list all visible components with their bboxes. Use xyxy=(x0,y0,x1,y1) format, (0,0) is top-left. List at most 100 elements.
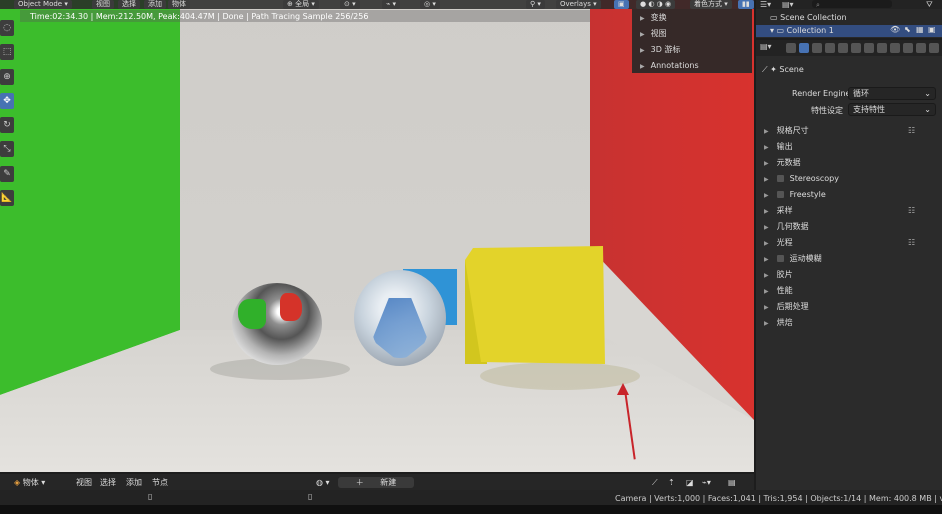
node-menu-node[interactable]: 节点 xyxy=(152,477,168,488)
3d-viewport[interactable]: Object Mode ▾ 视图 选择 添加 物体 ⊕ 全局 ▾ ⊙ ▾ ⌁ ▾… xyxy=(0,0,754,472)
move-tool-icon[interactable]: ✥ xyxy=(0,93,14,109)
select-arrow-icon[interactable]: ⬉ xyxy=(904,25,911,34)
stereoscopy-checkbox[interactable] xyxy=(776,175,784,182)
annotate-tool-icon[interactable]: ✎ xyxy=(0,166,14,182)
render-engine-select[interactable]: 循环 ⌄ xyxy=(848,87,936,100)
chevron-right-icon: ▶ xyxy=(764,256,769,263)
outliner-header: ☰▾ ▤▾ ⌕ ⛛ xyxy=(756,0,942,9)
motion-blur-checkbox[interactable] xyxy=(776,255,784,262)
chevron-right-icon: ▶ xyxy=(764,144,769,151)
proportional-button[interactable]: ◎ ▾ xyxy=(420,0,440,9)
display-mode-icon[interactable]: ▤▾ xyxy=(782,0,794,9)
npanel-item-3d-cursor[interactable]: ▶ 3D 游标 xyxy=(640,42,680,58)
node-menu-view[interactable]: 视图 xyxy=(76,477,92,488)
measure-tool-icon[interactable]: 📐 xyxy=(0,190,14,206)
snap-node-icon[interactable]: ⌁▾ xyxy=(702,477,711,488)
section-metadata[interactable]: ▶ 元数据 xyxy=(756,155,942,170)
xray-button[interactable]: ▣ xyxy=(614,0,629,9)
collection-1-row[interactable]: ▾ ▭ Collection 1 👁 ⬉ ▦ ▣ xyxy=(756,25,942,37)
search-icon: ⌕ xyxy=(816,1,820,9)
parent-node-icon[interactable]: ⇡ xyxy=(668,477,675,488)
filter-icon[interactable]: ⛛ xyxy=(926,0,933,10)
section-post-processing[interactable]: ▶ 后期处理 xyxy=(756,299,942,314)
section-motion-blur[interactable]: ▶ 运动模糊 xyxy=(756,251,942,266)
constraints-tab-icon[interactable] xyxy=(916,43,926,53)
menu-select[interactable]: 选择 xyxy=(118,0,140,9)
properties-editor-icon[interactable]: ▤▾ xyxy=(760,42,772,51)
presets-icon[interactable]: ☷ xyxy=(908,123,915,138)
mouse-left-icon: ▯ xyxy=(148,492,153,501)
menu-view[interactable]: 视图 xyxy=(92,0,114,9)
snap-button[interactable]: ⌁ ▾ xyxy=(382,0,400,9)
section-light-paths[interactable]: ▶ 光程 ☷ xyxy=(756,235,942,250)
grid-icon[interactable]: ▦ xyxy=(916,25,924,34)
material-browse-button[interactable]: ◍ ▾ xyxy=(316,477,330,488)
tool-tab-icon[interactable] xyxy=(786,43,796,53)
editor-type-select[interactable]: ◈ 物体 ▾ xyxy=(14,477,45,488)
feature-set-select[interactable]: 支持特性 ⌄ xyxy=(848,103,936,116)
data-tab-icon[interactable] xyxy=(929,43,939,53)
rotate-tool-icon[interactable]: ↻ xyxy=(0,117,14,133)
outliner-editor-icon[interactable]: ☰▾ xyxy=(760,0,771,9)
section-film[interactable]: ▶ 胶片 xyxy=(756,267,942,282)
node-editor-header: ◈ 物体 ▾ 视图 选择 添加 节点 ◍ ▾ ＋ 新建 ⟋ ⇡ ◪ ⌁▾ ▤ xyxy=(0,474,754,490)
overlays-button[interactable]: Overlays ▾ xyxy=(556,0,601,9)
menu-object[interactable]: 物体 xyxy=(168,0,190,9)
npanel-item-view[interactable]: ▶ 视图 xyxy=(640,26,667,42)
chevron-right-icon: ▶ xyxy=(764,304,769,311)
node-menu-add[interactable]: 添加 xyxy=(126,477,142,488)
scale-tool-icon[interactable]: ⤡ xyxy=(0,141,14,157)
node-menu-select[interactable]: 选择 xyxy=(100,477,116,488)
section-bake[interactable]: ▶ 烘焙 xyxy=(756,315,942,330)
physics-tab-icon[interactable] xyxy=(903,43,913,53)
presets-icon[interactable]: ☷ xyxy=(908,235,915,250)
presets-icon[interactable]: ☷ xyxy=(908,203,915,218)
npanel-item-transform[interactable]: ▶ 变换 xyxy=(640,10,667,26)
sidebar-toggle-button[interactable]: ▮▮ xyxy=(738,0,754,9)
gizmo-button[interactable]: ⚲ ▾ xyxy=(526,0,545,9)
arrow-head-icon xyxy=(617,383,629,395)
output-tab-icon[interactable] xyxy=(812,43,822,53)
object-tab-icon[interactable] xyxy=(864,43,874,53)
overlay-node-icon[interactable]: ▤ xyxy=(728,477,736,488)
npanel-item-annotations[interactable]: ▶ Annotations xyxy=(640,58,699,74)
pin-node-icon[interactable]: ⟋ xyxy=(652,477,658,488)
sphere-reflection-red xyxy=(280,293,302,321)
section-dimensions[interactable]: ▶ 规格尺寸 ☷ xyxy=(756,123,942,138)
world-tab-icon[interactable] xyxy=(851,43,861,53)
chevron-right-icon: ▶ xyxy=(640,63,645,70)
pivot-button[interactable]: ⊙ ▾ xyxy=(340,0,360,9)
view-layer-tab-icon[interactable] xyxy=(825,43,835,53)
section-stereoscopy[interactable]: ▶ Stereoscopy xyxy=(756,171,942,186)
section-geometry[interactable]: ▶ 几何数据 xyxy=(756,219,942,234)
cursor-tool-icon[interactable]: ⊕ xyxy=(0,69,14,85)
menu-add[interactable]: 添加 xyxy=(144,0,166,9)
camera-icon[interactable]: ▣ xyxy=(928,25,936,34)
scene-collection-row[interactable]: ▭ Scene Collection xyxy=(770,13,847,22)
section-output[interactable]: ▶ 输出 xyxy=(756,139,942,154)
cube-shadow xyxy=(480,362,640,390)
orientation-select[interactable]: ⊕ 全局 ▾ xyxy=(283,0,319,9)
outliner-search-input[interactable]: ⌕ xyxy=(812,0,892,9)
chevron-right-icon: ▶ xyxy=(764,240,769,247)
section-performance[interactable]: ▶ 性能 xyxy=(756,283,942,298)
render-tab-icon[interactable] xyxy=(799,43,809,53)
scene-breadcrumb: ⟋ ✦ Scene xyxy=(762,65,804,74)
visibility-eye-icon[interactable]: 👁 xyxy=(890,25,900,34)
new-material-button[interactable]: ＋ 新建 xyxy=(338,477,414,488)
freestyle-checkbox[interactable] xyxy=(776,191,784,198)
backdrop-icon[interactable]: ◪ xyxy=(686,477,694,488)
globe-icon: ⊕ xyxy=(287,0,293,8)
particles-tab-icon[interactable] xyxy=(890,43,900,53)
section-freestyle[interactable]: ▶ Freestyle xyxy=(756,187,942,202)
pin-icon[interactable]: ⟋ xyxy=(762,65,768,74)
shading-modes[interactable]: ● ◐ ◑ ◉ xyxy=(636,0,676,9)
select-circle-tool-icon[interactable]: ◌ xyxy=(0,20,14,36)
scene-tab-icon[interactable] xyxy=(838,43,848,53)
mode-select[interactable]: Object Mode ▾ xyxy=(14,0,72,9)
select-box-tool-icon[interactable]: ⬚ xyxy=(0,44,14,60)
status-bar: ▯ ▯ Camera | Verts:1,000 | Faces:1,041 |… xyxy=(0,490,942,514)
shading-select[interactable]: 着色方式 ▾ xyxy=(690,0,732,9)
section-sampling[interactable]: ▶ 采样 ☷ xyxy=(756,203,942,218)
modifier-tab-icon[interactable] xyxy=(877,43,887,53)
